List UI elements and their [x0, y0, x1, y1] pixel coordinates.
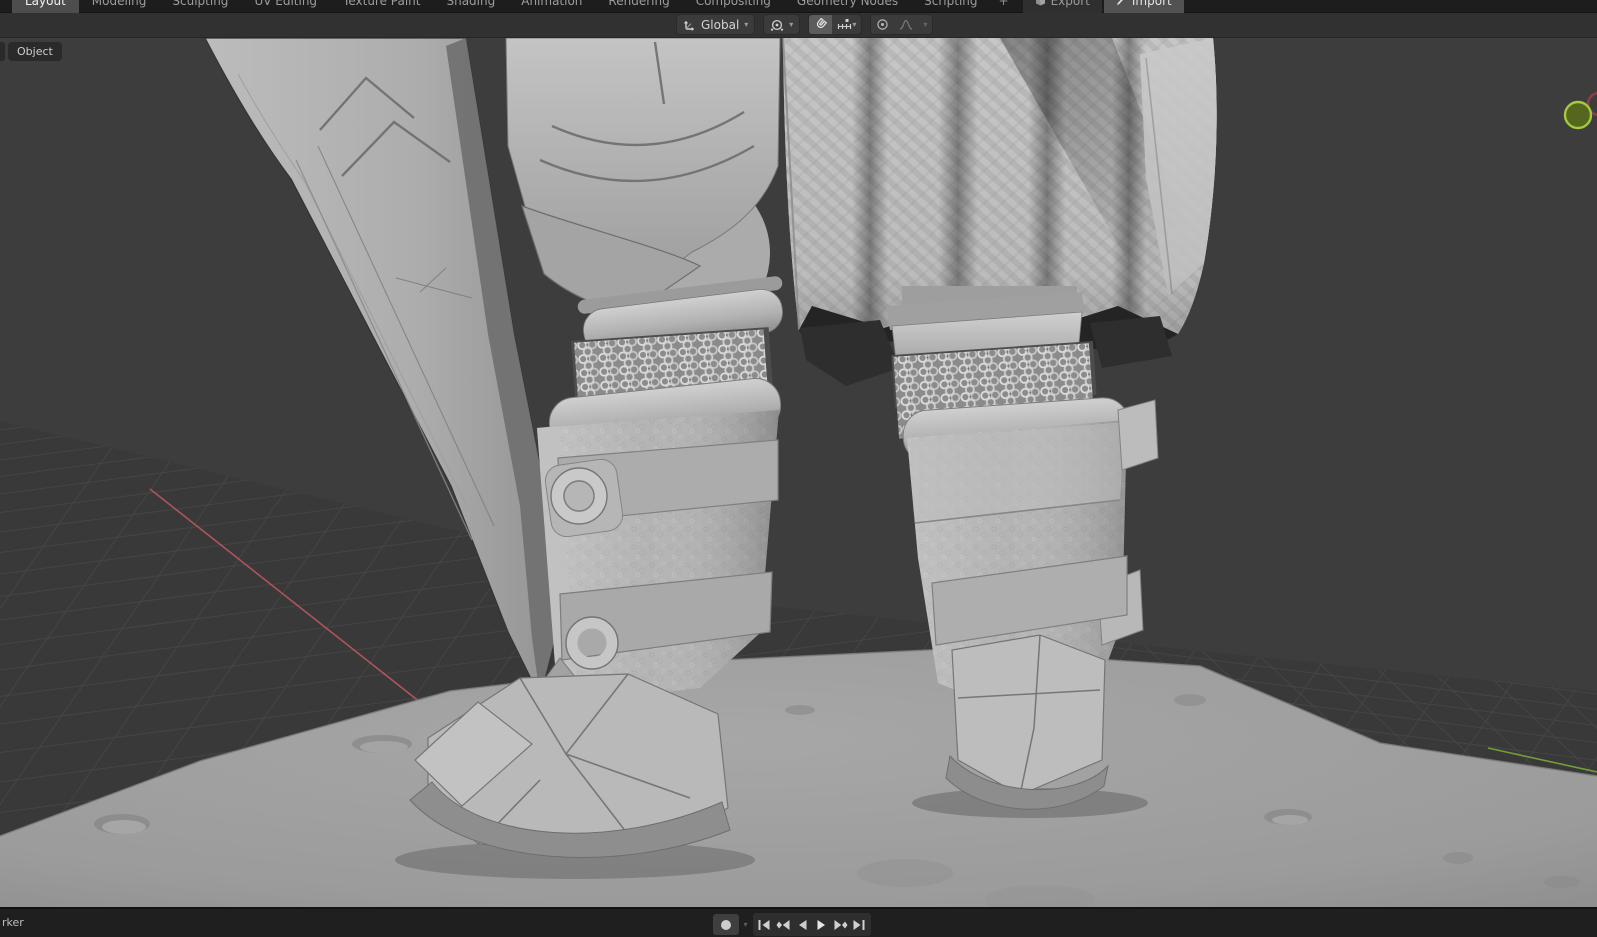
3d-viewport[interactable]: Object	[0, 38, 1597, 907]
tab-compositing[interactable]: Compositing	[683, 0, 784, 13]
snap-controls: ▾	[808, 14, 863, 35]
tab-uv-editing[interactable]: UV Editing	[241, 0, 330, 13]
record-icon	[720, 919, 731, 930]
proportional-editing-icon	[877, 19, 889, 30]
workspace-tabs: Layout Modeling Sculpting UV Editing Tex…	[12, 0, 1184, 13]
marker-menu-clipped[interactable]: rker	[2, 916, 24, 929]
play-icon	[817, 919, 825, 930]
snap-increment-icon	[838, 19, 852, 29]
viewport-header-controls: Global ▾ ▾ ▾ ▾	[676, 14, 934, 35]
right-boot-side-tab-upper	[1117, 399, 1159, 471]
timeline-bar: rker ▾	[0, 907, 1597, 937]
tab-modeling[interactable]: Modeling	[79, 0, 160, 13]
falloff-curve-icon	[900, 19, 913, 30]
viewport-header: Global ▾ ▾ ▾ ▾	[0, 13, 1597, 38]
topbar: Layout Modeling Sculpting UV Editing Tex…	[0, 0, 1597, 13]
transform-orientation-axes-icon	[684, 21, 694, 31]
snap-magnet-icon	[817, 18, 828, 29]
export-tab-label: Export	[1050, 0, 1090, 8]
play-button[interactable]	[812, 914, 831, 935]
jump-to-start-icon	[758, 919, 770, 930]
gizmo-y-axis-ball[interactable]	[1563, 100, 1593, 130]
chevron-down-icon[interactable]: ▾	[744, 920, 748, 929]
prev-keyframe-button[interactable]	[774, 914, 793, 935]
play-reverse-button[interactable]	[793, 914, 812, 935]
proportional-editing-controls: ▾	[870, 14, 934, 35]
transform-orientation-dropdown[interactable]: Global ▾	[676, 14, 756, 35]
tab-animation[interactable]: Animation	[508, 0, 595, 13]
tab-export[interactable]: Export	[1022, 0, 1102, 13]
chevron-down-icon: ▾	[852, 19, 857, 29]
jump-to-end-icon	[853, 919, 865, 930]
proportional-dropdown[interactable]: ▾	[918, 15, 932, 34]
tab-sculpting[interactable]: Sculpting	[159, 0, 241, 13]
jump-to-start-button[interactable]	[755, 914, 774, 935]
playback-controls: ▾	[712, 913, 871, 936]
proportional-editing-toggle[interactable]	[871, 15, 894, 34]
transform-orientation-value: Global	[701, 17, 740, 32]
pivot-point-dropdown[interactable]: ▾	[763, 14, 801, 35]
snap-with-dropdown[interactable]: ▾	[832, 15, 861, 34]
tab-shading[interactable]: Shading	[433, 0, 508, 13]
mode-dropdown-clipped-icon	[0, 42, 5, 61]
jump-to-end-button[interactable]	[850, 914, 869, 935]
snap-toggle-button[interactable]	[809, 15, 833, 34]
tab-scripting[interactable]: Scripting	[911, 0, 990, 13]
pivot-point-icon	[771, 19, 784, 31]
viewport-3d-scene	[0, 38, 1597, 907]
tab-layout[interactable]: Layout	[12, 0, 79, 13]
export-cube-icon	[1035, 0, 1045, 6]
prev-keyframe-icon	[776, 919, 790, 930]
next-keyframe-button[interactable]	[831, 914, 850, 935]
tab-geometry-nodes[interactable]: Geometry Nodes	[784, 0, 911, 13]
next-keyframe-icon	[834, 919, 848, 930]
proportional-falloff-button[interactable]	[894, 15, 918, 34]
record-button[interactable]	[712, 914, 739, 935]
mode-dropdown[interactable]: Object	[8, 42, 62, 61]
tab-import[interactable]: Import	[1103, 0, 1184, 13]
import-tab-label: Import	[1131, 0, 1172, 8]
chevron-down-icon: ▾	[789, 19, 794, 29]
tab-texture-paint[interactable]: Texture Paint	[330, 0, 433, 13]
chevron-down-icon: ▾	[923, 19, 928, 29]
tab-rendering[interactable]: Rendering	[595, 0, 682, 13]
play-reverse-icon	[798, 919, 807, 930]
blender-window: Layout Modeling Sculpting UV Editing Tex…	[0, 0, 1597, 937]
import-pen-icon	[1116, 0, 1123, 5]
transport-group	[752, 913, 871, 936]
add-workspace-button[interactable]: +	[991, 0, 1017, 13]
chevron-down-icon: ▾	[744, 19, 749, 29]
